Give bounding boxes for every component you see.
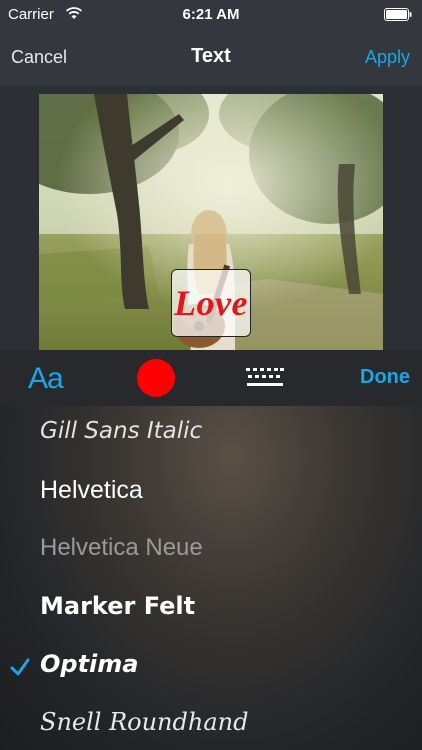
font-item-optima[interactable]: Optima — [0, 638, 422, 696]
page-title: Text — [191, 45, 231, 67]
font-item-label: Snell Roundhand — [40, 708, 249, 736]
text-toolbar: Aa Done — [0, 350, 422, 406]
font-item-label: Gill Sans Italic — [40, 418, 203, 444]
font-item-label: Marker Felt — [40, 592, 196, 620]
editor-canvas: Love — [0, 86, 422, 350]
font-item-label: Helvetica Neue — [40, 534, 203, 561]
font-item-label: Optima — [40, 650, 139, 678]
status-bar: Carrier 6:21 AM — [0, 0, 422, 30]
font-item-marker-felt[interactable]: Marker Felt — [0, 580, 422, 638]
font-tool-button[interactable]: Aa — [28, 362, 64, 396]
navigation-bar: Cancel Text Apply — [0, 30, 422, 86]
apply-button[interactable]: Apply — [365, 47, 410, 68]
overlay-text: Love — [174, 283, 248, 323]
keyboard-icon[interactable] — [245, 367, 285, 389]
font-item-gill-sans-italic[interactable]: Gill Sans Italic — [0, 406, 422, 464]
font-item-snell-roundhand[interactable]: Snell Roundhand — [0, 696, 422, 750]
status-time: 6:21 AM — [182, 6, 240, 23]
battery-icon — [384, 8, 412, 21]
text-overlay-box[interactable]: Love — [171, 269, 251, 337]
font-item-label: Helvetica — [40, 476, 143, 504]
font-item-helvetica[interactable]: Helvetica — [0, 464, 422, 522]
color-picker-button[interactable] — [137, 359, 175, 397]
font-list: Gill Sans Italic Helvetica Helvetica Neu… — [0, 406, 422, 750]
font-item-helvetica-neue[interactable]: Helvetica Neue — [0, 522, 422, 580]
checkmark-icon — [10, 658, 30, 676]
done-button[interactable]: Done — [360, 366, 410, 389]
